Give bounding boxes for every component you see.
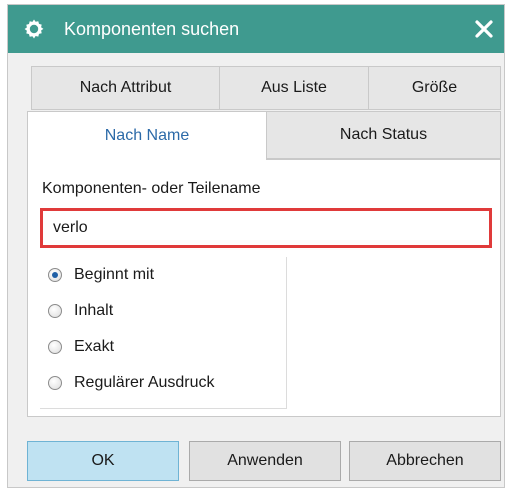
tab-size[interactable]: Größe	[368, 66, 501, 110]
radio-button[interactable]	[48, 376, 62, 390]
tab-by-attribute[interactable]: Nach Attribut	[31, 66, 220, 110]
radio-label: Regulärer Ausdruck	[74, 374, 215, 391]
find-components-dialog: Komponenten suchen Nach Attribut Aus Lis…	[7, 4, 505, 488]
radio-button[interactable]	[48, 340, 62, 354]
tab-by-name[interactable]: Nach Name	[27, 111, 267, 160]
radio-label: Exakt	[74, 338, 115, 355]
tab-by-status[interactable]: Nach Status	[266, 111, 501, 159]
match-mode-group: Beginnt mit Inhalt Exakt Regulärer Ausdr…	[40, 257, 287, 409]
search-panel: Komponenten- oder Teilename Beginnt mit …	[27, 159, 501, 417]
radio-starts-with[interactable]: Beginnt mit	[48, 263, 154, 287]
radio-label: Inhalt	[74, 302, 114, 319]
gear-icon	[24, 19, 44, 39]
cancel-button[interactable]: Abbrechen	[349, 441, 501, 481]
tab-from-list[interactable]: Aus Liste	[219, 66, 369, 110]
name-field-label: Komponenten- oder Teilename	[42, 180, 261, 197]
radio-regex[interactable]: Regulärer Ausdruck	[48, 371, 215, 395]
radio-exact[interactable]: Exakt	[48, 335, 114, 359]
radio-contains[interactable]: Inhalt	[48, 299, 113, 323]
ok-button[interactable]: OK	[27, 441, 179, 481]
dialog-title: Komponenten suchen	[64, 19, 240, 39]
radio-button[interactable]	[48, 268, 62, 282]
component-name-input[interactable]	[40, 208, 492, 248]
radio-button[interactable]	[48, 304, 62, 318]
apply-button[interactable]: Anwenden	[189, 441, 341, 481]
close-icon[interactable]	[468, 13, 500, 45]
title-bar[interactable]: Komponenten suchen	[8, 5, 504, 53]
radio-label: Beginnt mit	[74, 266, 155, 283]
